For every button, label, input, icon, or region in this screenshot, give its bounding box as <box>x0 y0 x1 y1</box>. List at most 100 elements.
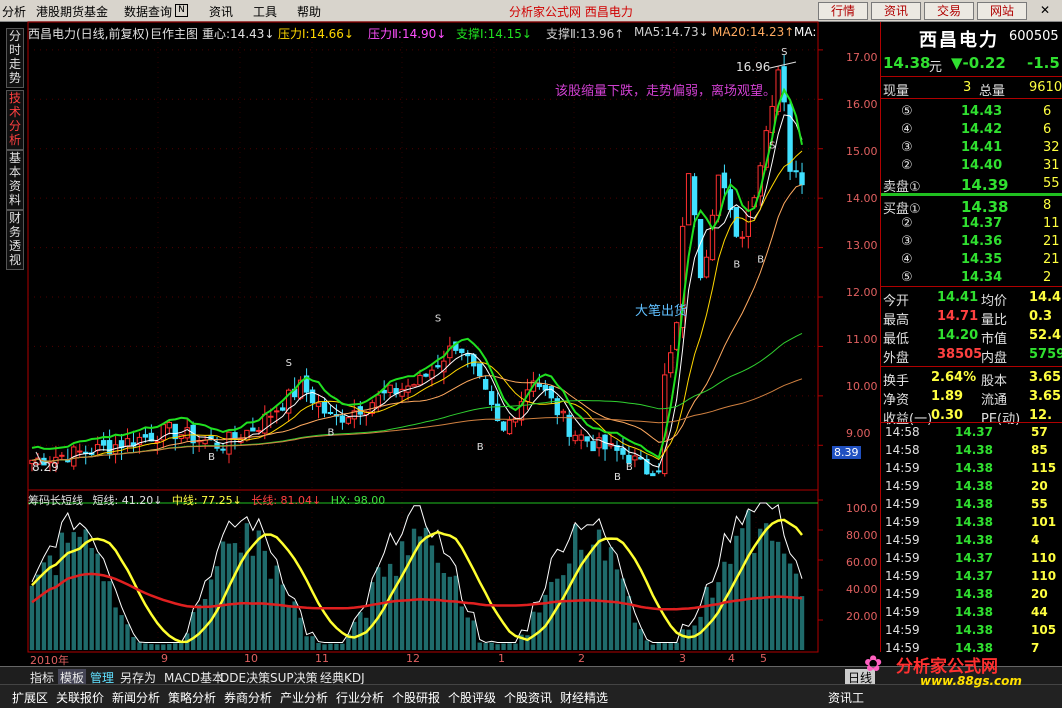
tick-volume: 110 <box>1031 551 1057 565</box>
ask-volume: 6 <box>1043 104 1052 119</box>
ask-volume: 31 <box>1043 158 1060 173</box>
trade-button[interactable]: 交易 <box>924 2 974 20</box>
news-tab[interactable]: 资讯工 <box>828 689 864 706</box>
stat-label: 最低 <box>883 332 910 347</box>
candle-body <box>387 384 393 393</box>
candle-body <box>709 214 716 261</box>
tick-volume: 55 <box>1031 497 1048 511</box>
menu-news[interactable]: 资讯 <box>209 3 233 20</box>
bid-price: 14.34 <box>961 270 1003 285</box>
ext-tab[interactable]: 策略分析 <box>168 689 216 706</box>
info-button[interactable]: 资讯 <box>871 2 921 20</box>
sub-bar <box>429 545 435 650</box>
sub-bar <box>95 553 100 650</box>
time-tick: 1 <box>498 652 505 665</box>
close-icon[interactable]: ✕ <box>1040 3 1050 17</box>
ext-tab[interactable]: 产业分析 <box>280 689 328 706</box>
tick-volume: 85 <box>1031 443 1048 457</box>
ext-tab[interactable]: 关联报价 <box>56 689 104 706</box>
signal-marker: S <box>781 47 787 58</box>
candle-body <box>733 207 740 237</box>
ext-tab[interactable]: 个股评级 <box>448 689 496 706</box>
sub-bar <box>477 642 482 650</box>
stat-value: 38505 <box>937 347 983 362</box>
sub-bar <box>280 584 285 650</box>
ext-tab[interactable]: 新闻分析 <box>112 689 160 706</box>
candle-body <box>124 438 131 447</box>
n-key-icon: N <box>175 4 188 17</box>
tick-price: 14.38 <box>955 497 993 511</box>
sub-bar <box>680 629 685 650</box>
candle-body <box>423 373 429 377</box>
tab-basic[interactable]: 基本资料 <box>6 150 24 210</box>
sub-tick: 80.00 <box>846 529 878 542</box>
sub-bar <box>632 622 638 650</box>
ma60-line <box>31 332 803 462</box>
tab-finance[interactable]: 财务透视 <box>6 210 24 270</box>
last-price: 14.38 <box>883 54 931 72</box>
stock-name: 西昌电力 <box>919 30 999 51</box>
signal-marker: B <box>614 472 621 483</box>
tick-time: 14:59 <box>885 569 920 583</box>
low-marker: 8.29 <box>32 460 59 474</box>
quote-button[interactable]: 行情 <box>818 2 868 20</box>
sub-bar <box>620 578 626 650</box>
menu-hk-futures[interactable]: 港股期货基金 <box>36 3 108 20</box>
divider <box>881 366 1062 367</box>
support1-value: 支撑Ⅰ:14.15↓ <box>456 27 532 41</box>
sub-bar <box>119 615 124 650</box>
ext-tab[interactable]: 扩展区 <box>12 689 48 706</box>
tick-price: 14.37 <box>955 425 993 439</box>
price-tick: 13.00 <box>846 239 878 252</box>
stat-value: 14.20 <box>937 328 979 343</box>
mid-line-value: 中线: 77.25↓ <box>171 494 242 507</box>
menu-bar: 分析 港股期货基金 数据查询 N 资讯 工具 帮助 分析家公式网 西昌电力 行情… <box>0 0 1062 22</box>
price-tick: 9.00 <box>846 427 871 440</box>
bid-price: 14.36 <box>961 234 1003 249</box>
tick-volume: 57 <box>1031 425 1048 439</box>
bid-level-label: 买盘① <box>883 202 921 217</box>
candle-body <box>321 401 328 414</box>
sub-bar <box>399 541 405 650</box>
menu-tools[interactable]: 工具 <box>253 3 277 20</box>
sub-bar <box>590 544 596 650</box>
tick-volume: 20 <box>1031 587 1048 601</box>
candle-body <box>280 407 286 411</box>
ext-tab[interactable]: 个股研报 <box>392 689 440 706</box>
menu-analysis[interactable]: 分析 <box>2 3 26 20</box>
mid-line <box>31 518 803 644</box>
bid-price: 14.38 <box>961 198 1009 216</box>
total-volume-label: 总量 <box>979 84 1006 99</box>
candle-body <box>274 410 280 413</box>
stat-value: 0.3 <box>1029 309 1053 324</box>
tab-technical[interactable]: 技术分析 <box>6 90 24 150</box>
tick-time: 14:59 <box>885 551 920 565</box>
sub-bar <box>256 530 262 650</box>
tab-intraday[interactable]: 分时走势 <box>6 28 24 88</box>
ext-tab[interactable]: 财经精选 <box>560 689 608 706</box>
candle-body <box>250 427 256 432</box>
signal-marker: B <box>327 427 334 438</box>
menu-help[interactable]: 帮助 <box>297 3 321 20</box>
chart-area[interactable]: SSSSBBBBBBB 西昌电力(日线,前复权) 巨作主图 重心:14.43↓ … <box>27 21 878 667</box>
ext-tab[interactable]: 行业分析 <box>336 689 384 706</box>
sub-bar <box>316 643 321 650</box>
candle-body <box>506 419 513 435</box>
candle-body <box>721 172 728 189</box>
price-tick: 15.00 <box>846 145 878 158</box>
sub-bar <box>262 550 267 650</box>
sub-bar <box>179 643 184 650</box>
candle-body <box>668 352 674 374</box>
chart-frame <box>27 21 819 653</box>
candlestick-chart[interactable]: SSSSBBBBBB B <box>27 21 880 653</box>
menu-data-query[interactable]: 数据查询 <box>124 3 172 20</box>
sub-bar <box>137 642 142 650</box>
ext-tab[interactable]: 券商分析 <box>224 689 272 706</box>
stat-value: 3.65 <box>1029 389 1062 404</box>
website-button[interactable]: 网站 <box>977 2 1027 20</box>
ext-tab[interactable]: 个股资讯 <box>504 689 552 706</box>
price-tick: 11.00 <box>846 333 878 346</box>
sub-bar <box>668 643 673 650</box>
price-tick: 16.00 <box>846 98 878 111</box>
sub-bar <box>107 581 112 650</box>
